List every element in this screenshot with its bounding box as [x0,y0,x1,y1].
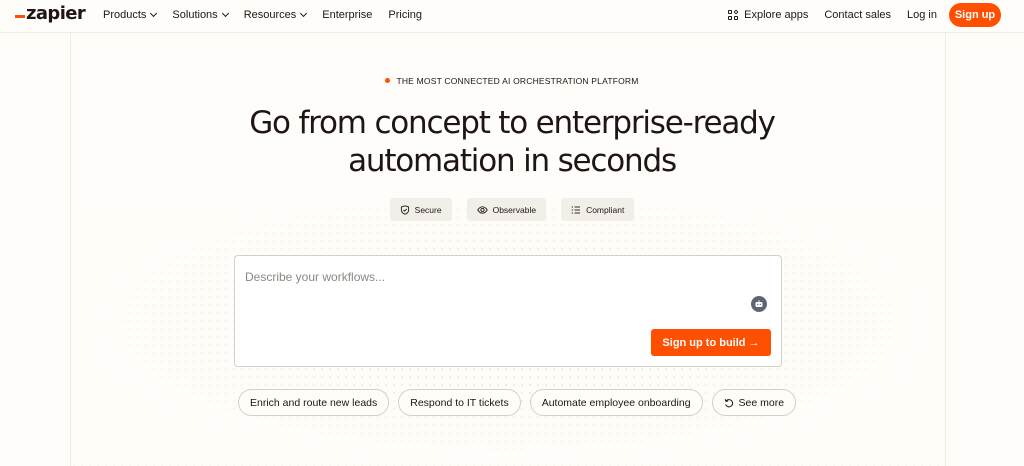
see-more-label: See more [738,396,785,409]
hero-headline: Go from concept to enterprise-ready auto… [0,104,1024,180]
explore-apps-link[interactable]: Explore apps [728,8,809,21]
top-nav: zapier Products Solutions Resources Ente… [0,0,1024,30]
badge-compliant-label: Compliant [586,204,625,215]
suggestion-chips: Enrich and route new leads Respond to IT… [238,389,797,416]
list-icon [571,205,581,214]
contact-sales-label: Contact sales [824,9,892,21]
nav-solutions[interactable]: Solutions [172,9,229,21]
nav-products[interactable]: Products [103,9,158,21]
suggestion-chip[interactable]: Respond to IT tickets [398,389,521,416]
signup-button-label: Sign up [954,9,996,21]
hero-eyebrow-text: THE MOST CONNECTED AI ORCHESTRATION PLAT… [396,76,639,86]
nav-products-label: Products [103,9,147,21]
hero-headline-line-1: Go from concept to enterprise-ready [249,105,776,141]
login-link[interactable]: Log in [907,9,937,21]
sign-up-to-build-button[interactable]: Sign up to build → [651,329,771,356]
workflow-description-input[interactable] [245,266,745,288]
chevron-down-icon [150,9,158,18]
suggestion-chip[interactable]: Automate employee onboarding [529,389,703,416]
login-label: Log in [907,9,937,21]
workflow-prompt-box: Sign up to build → [234,255,782,367]
chevron-down-icon [300,9,308,18]
explore-apps-label: Explore apps [744,9,809,21]
suggestion-chip-label: Enrich and route new leads [250,396,378,409]
signup-button[interactable]: Sign up [949,3,1001,27]
badge-secure-label: Secure [414,204,442,215]
nav-resources[interactable]: Resources [243,9,308,21]
feature-badges: Secure Observable Compliant [0,198,1024,221]
suggestion-chip[interactable]: Enrich and route new leads [238,389,390,416]
nav-enterprise-label: Enterprise [322,9,373,21]
hero-eyebrow: THE MOST CONNECTED AI ORCHESTRATION PLAT… [0,76,1024,86]
suggestion-chip-label: Respond to IT tickets [410,396,509,409]
nav-resources-label: Resources [243,9,297,21]
accent-dot-icon [385,78,391,84]
bot-icon[interactable] [751,296,767,312]
eye-icon [476,205,488,214]
bot-face-icon [755,300,763,307]
apps-grid-icon [728,8,739,21]
chevron-down-icon [221,9,229,18]
build-button-label: Sign up to build → [662,336,760,349]
badge-observable: Observable [466,198,547,221]
nav-pricing-label: Pricing [388,9,423,21]
shield-icon [400,204,409,215]
logo-text: zapier [26,3,86,24]
badge-secure: Secure [389,198,452,221]
nav-actions: Explore apps Contact sales Log in Sign u… [712,0,1001,30]
badge-observable-label: Observable [492,204,537,215]
nav-enterprise[interactable]: Enterprise [322,9,372,21]
badge-compliant: Compliant [561,198,635,221]
nav-pricing[interactable]: Pricing [388,9,422,21]
hero-headline-line-2: automation in seconds [348,143,677,179]
refresh-icon [724,398,733,407]
contact-sales-link[interactable]: Contact sales [824,9,891,21]
nav-solutions-label: Solutions [172,9,218,21]
see-more-button[interactable]: See more [711,389,797,416]
suggestion-chip-label: Automate employee onboarding [541,396,691,409]
nav-menu: Products Solutions Resources Enterprise … [103,0,438,30]
zapier-logo[interactable]: zapier [15,3,86,25]
logo-underscore-mark [15,15,25,18]
